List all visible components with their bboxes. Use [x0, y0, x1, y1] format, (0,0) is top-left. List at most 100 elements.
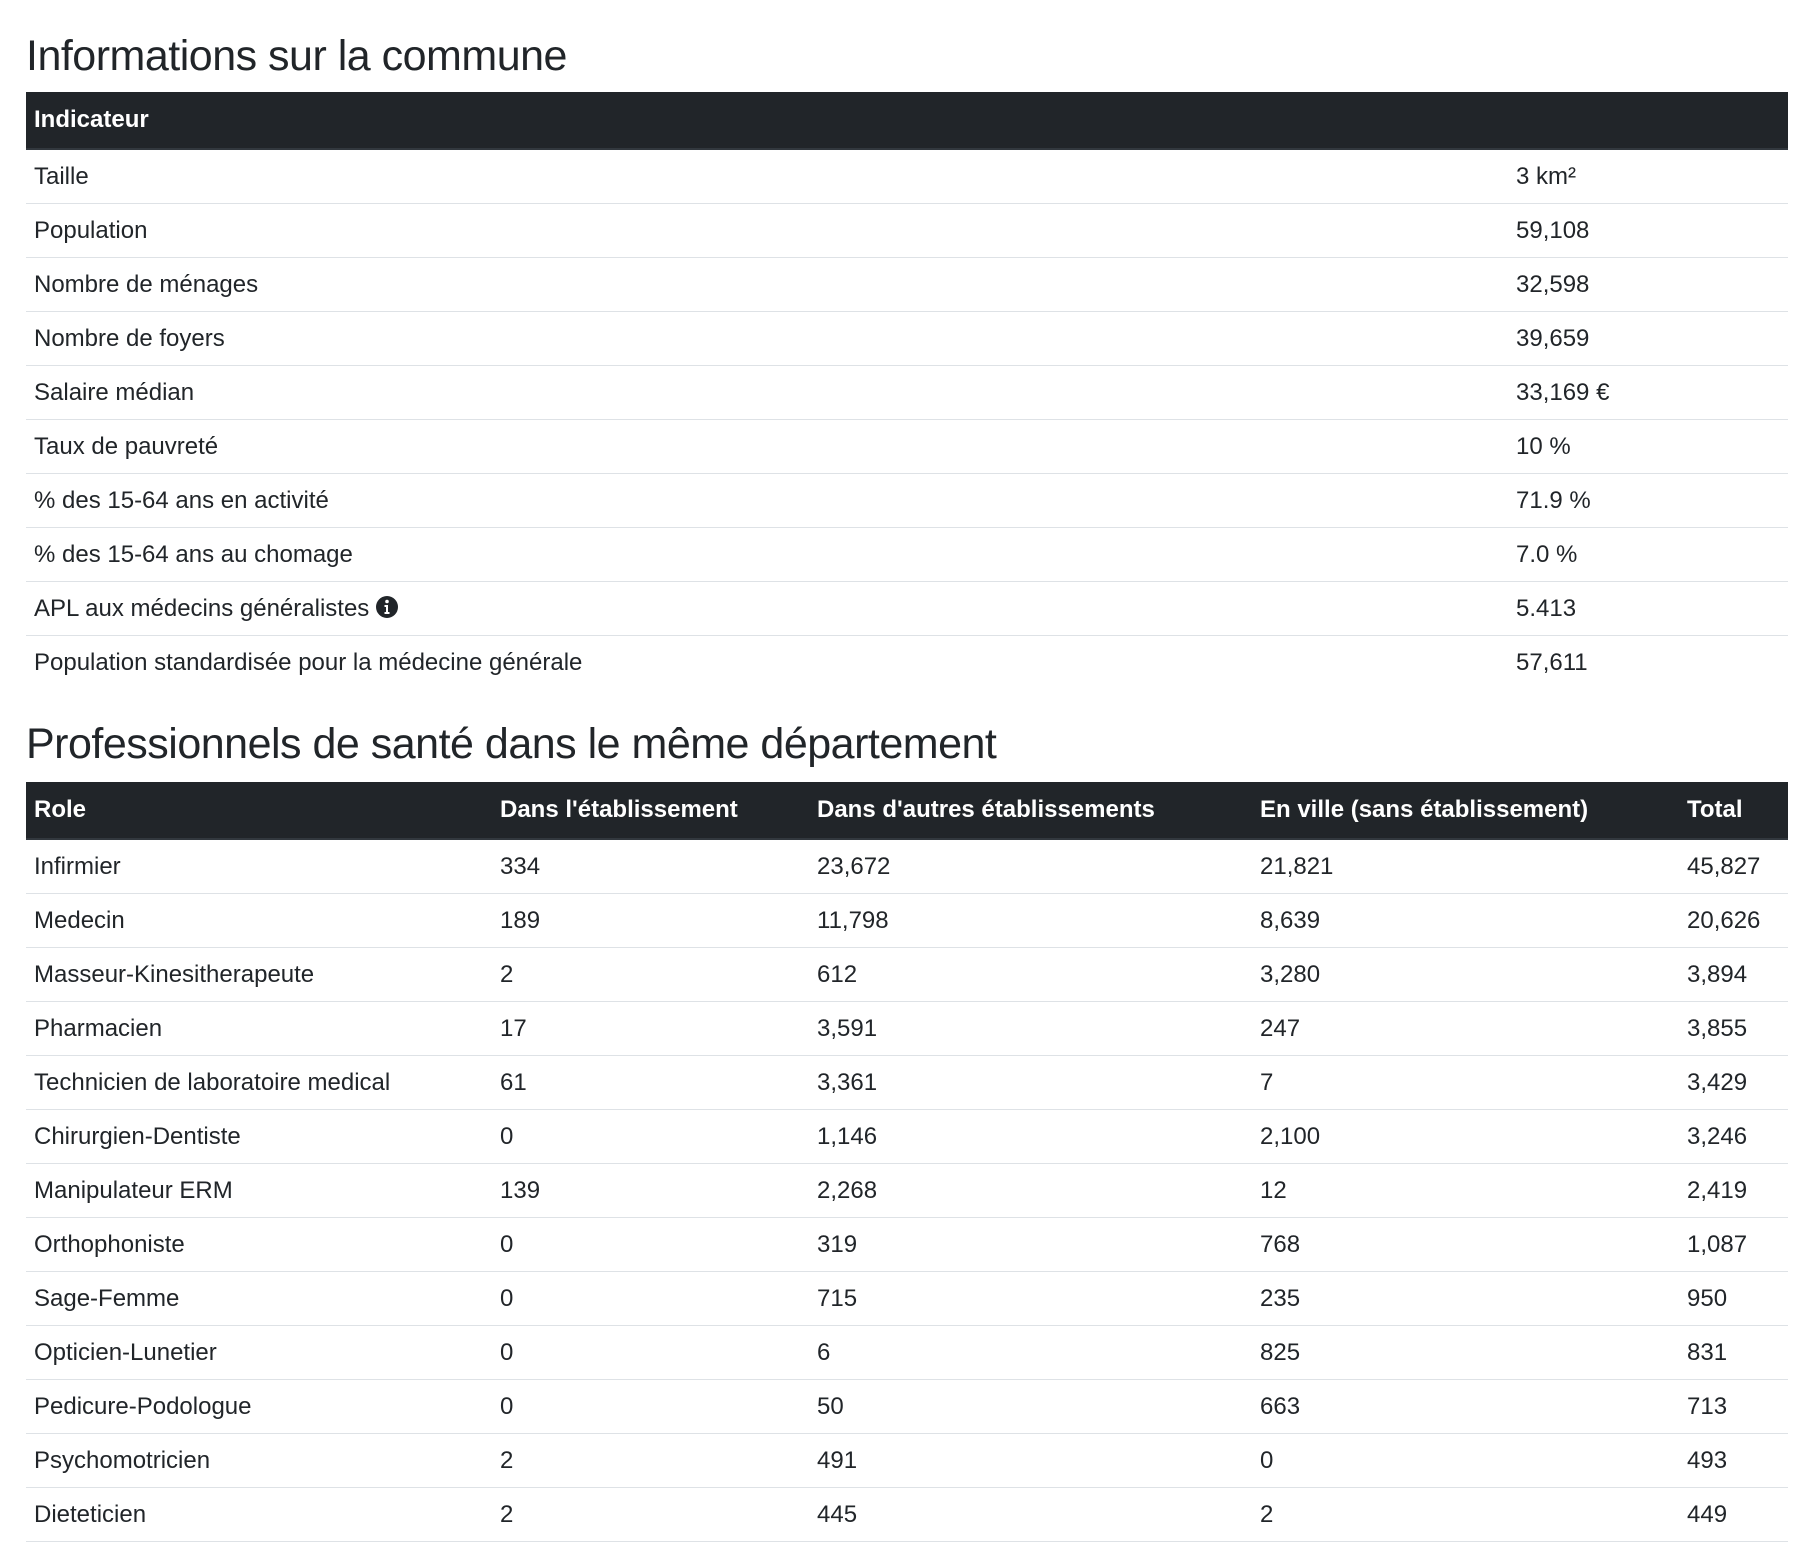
in-establishment-cell: 0	[492, 1109, 809, 1164]
in-establishment-cell: 2	[492, 947, 809, 1002]
table-row: Opticien-Lunetier 0 6 825 831	[26, 1325, 1788, 1380]
table-row: Pharmacien 17 3,591 247 3,855	[26, 1001, 1788, 1056]
in-town-cell: 247	[1252, 1001, 1679, 1056]
total-cell: 2,419	[1679, 1163, 1788, 1218]
indicator-value: 3 km²	[1508, 149, 1788, 204]
role-cell: Dieteticien	[26, 1487, 492, 1542]
in-town-cell: 21,821	[1252, 839, 1679, 894]
total-cell: 1,087	[1679, 1217, 1788, 1272]
total-cell: 3,429	[1679, 1055, 1788, 1110]
table-row: Pedicure-Podologue 0 50 663 713	[26, 1379, 1788, 1434]
table-row: Manipulateur ERM 139 2,268 12 2,419	[26, 1163, 1788, 1218]
indicator-label: Taille	[34, 162, 89, 190]
health-professionals-section-title: Professionnels de santé dans le même dép…	[26, 720, 997, 768]
indicator-label: Taux de pauvreté	[34, 432, 219, 460]
role-cell: Manipulateur ERM	[26, 1163, 492, 1218]
table-header-row: Indicateur	[26, 92, 1788, 150]
other-establishments-cell: 319	[809, 1217, 1252, 1272]
in-town-cell: 2,100	[1252, 1109, 1679, 1164]
role-cell: Chirurgien-Dentiste	[26, 1109, 492, 1164]
table-row: Taux de pauvreté 10 %	[26, 419, 1788, 474]
in-town-cell: 2	[1252, 1487, 1679, 1542]
column-header-role: Role	[26, 782, 492, 840]
in-town-cell: 3,280	[1252, 947, 1679, 1002]
commune-info-table: Indicateur Taille 3 km² Population 59,108 No…	[26, 92, 1788, 689]
indicator-label: Nombre de ménages	[34, 270, 259, 298]
in-establishment-cell: 139	[492, 1163, 809, 1218]
indicator-label-cell: Population standardisée pour la médecine…	[26, 636, 1508, 690]
indicator-value: 10 %	[1508, 419, 1788, 474]
in-establishment-cell: 17	[492, 1001, 809, 1056]
indicator-label-cell: Taille	[26, 149, 1508, 204]
table-row: Sage-Femme 0 715 235 950	[26, 1271, 1788, 1326]
other-establishments-cell: 1,146	[809, 1109, 1252, 1164]
indicator-value: 7.0 %	[1508, 527, 1788, 582]
other-establishments-cell: 445	[809, 1487, 1252, 1542]
table-row: Taille 3 km²	[26, 149, 1788, 204]
in-town-cell: 235	[1252, 1271, 1679, 1326]
other-establishments-cell: 3,361	[809, 1055, 1252, 1110]
indicator-label-cell: Nombre de foyers	[26, 311, 1508, 366]
table-row: Psychomotricien 2 491 0 493	[26, 1433, 1788, 1488]
table-row: Nombre de ménages 32,598	[26, 257, 1788, 312]
other-establishments-cell: 11,798	[809, 893, 1252, 948]
total-cell: 3,855	[1679, 1001, 1788, 1056]
table-row: Masseur-Kinesitherapeute 2 612 3,280 3,894	[26, 947, 1788, 1002]
table-header-row: Role Dans l'établissement Dans d'autres ét…	[26, 782, 1788, 840]
indicator-label: Nombre de foyers	[34, 324, 225, 352]
total-cell: 493	[1679, 1433, 1788, 1488]
column-header-value	[1508, 92, 1788, 150]
indicator-label-cell: APL aux médecins généralistes	[26, 581, 1508, 636]
table-row: Orthophoniste 0 319 768 1,087	[26, 1217, 1788, 1272]
indicator-value: 71.9 %	[1508, 473, 1788, 528]
in-establishment-cell: 189	[492, 893, 809, 948]
table-row: Population 59,108	[26, 203, 1788, 258]
column-header-total: Total	[1679, 782, 1788, 840]
column-header-in-establishment: Dans l'établissement	[492, 782, 809, 840]
role-cell: Pedicure-Podologue	[26, 1379, 492, 1434]
indicator-label-cell: Salaire médian	[26, 365, 1508, 420]
column-header-other-establishments: Dans d'autres établissements	[809, 782, 1252, 840]
total-cell: 3,246	[1679, 1109, 1788, 1164]
commune-section-title: Informations sur la commune	[26, 32, 567, 80]
in-establishment-cell: 0	[492, 1217, 809, 1272]
table-row: Chirurgien-Dentiste 0 1,146 2,100 3,246	[26, 1109, 1788, 1164]
role-cell: Medecin	[26, 893, 492, 948]
indicator-value: 33,169 €	[1508, 365, 1788, 420]
in-town-cell: 12	[1252, 1163, 1679, 1218]
indicator-label: Salaire médian	[34, 378, 195, 406]
role-cell: Masseur-Kinesitherapeute	[26, 947, 492, 1002]
total-cell: 831	[1679, 1325, 1788, 1380]
indicator-value: 5.413	[1508, 581, 1788, 636]
in-town-cell: 7	[1252, 1055, 1679, 1110]
table-row: Infirmier 334 23,672 21,821 45,827	[26, 839, 1788, 894]
column-header-in-town: En ville (sans établissement)	[1252, 782, 1679, 840]
total-cell: 449	[1679, 1487, 1788, 1542]
total-cell: 950	[1679, 1271, 1788, 1326]
total-cell: 20,626	[1679, 893, 1788, 948]
table-row: % des 15-64 ans au chomage 7.0 %	[26, 527, 1788, 582]
role-cell: Technicien de laboratoire medical	[26, 1055, 492, 1110]
other-establishments-cell: 715	[809, 1271, 1252, 1326]
indicator-value: 57,611	[1516, 648, 1588, 676]
indicator-value: 59,108	[1508, 203, 1788, 258]
indicator-label: % des 15-64 ans en activité	[34, 486, 329, 514]
indicator-value: 32,598	[1508, 257, 1788, 312]
in-establishment-cell: 334	[492, 839, 809, 894]
other-establishments-cell: 23,672	[809, 839, 1252, 894]
in-town-cell: 663	[1252, 1379, 1679, 1434]
indicator-label: % des 15-64 ans au chomage	[34, 540, 353, 568]
other-establishments-cell: 2,268	[809, 1163, 1252, 1218]
column-header-indicateur: Indicateur	[26, 92, 1508, 150]
indicator-label-cell: % des 15-64 ans en activité	[26, 473, 1508, 528]
role-cell: Sage-Femme	[26, 1271, 492, 1326]
table-row: Nombre de foyers 39,659	[26, 311, 1788, 366]
in-establishment-cell: 0	[492, 1325, 809, 1380]
role-cell: Orthophoniste	[26, 1217, 492, 1272]
info-circle-icon[interactable]	[375, 595, 399, 619]
table-row: Salaire médian 33,169 €	[26, 365, 1788, 420]
other-establishments-cell: 6	[809, 1325, 1252, 1380]
in-establishment-cell: 2	[492, 1433, 809, 1488]
role-cell: Psychomotricien	[26, 1433, 492, 1488]
in-establishment-cell: 61	[492, 1055, 809, 1110]
